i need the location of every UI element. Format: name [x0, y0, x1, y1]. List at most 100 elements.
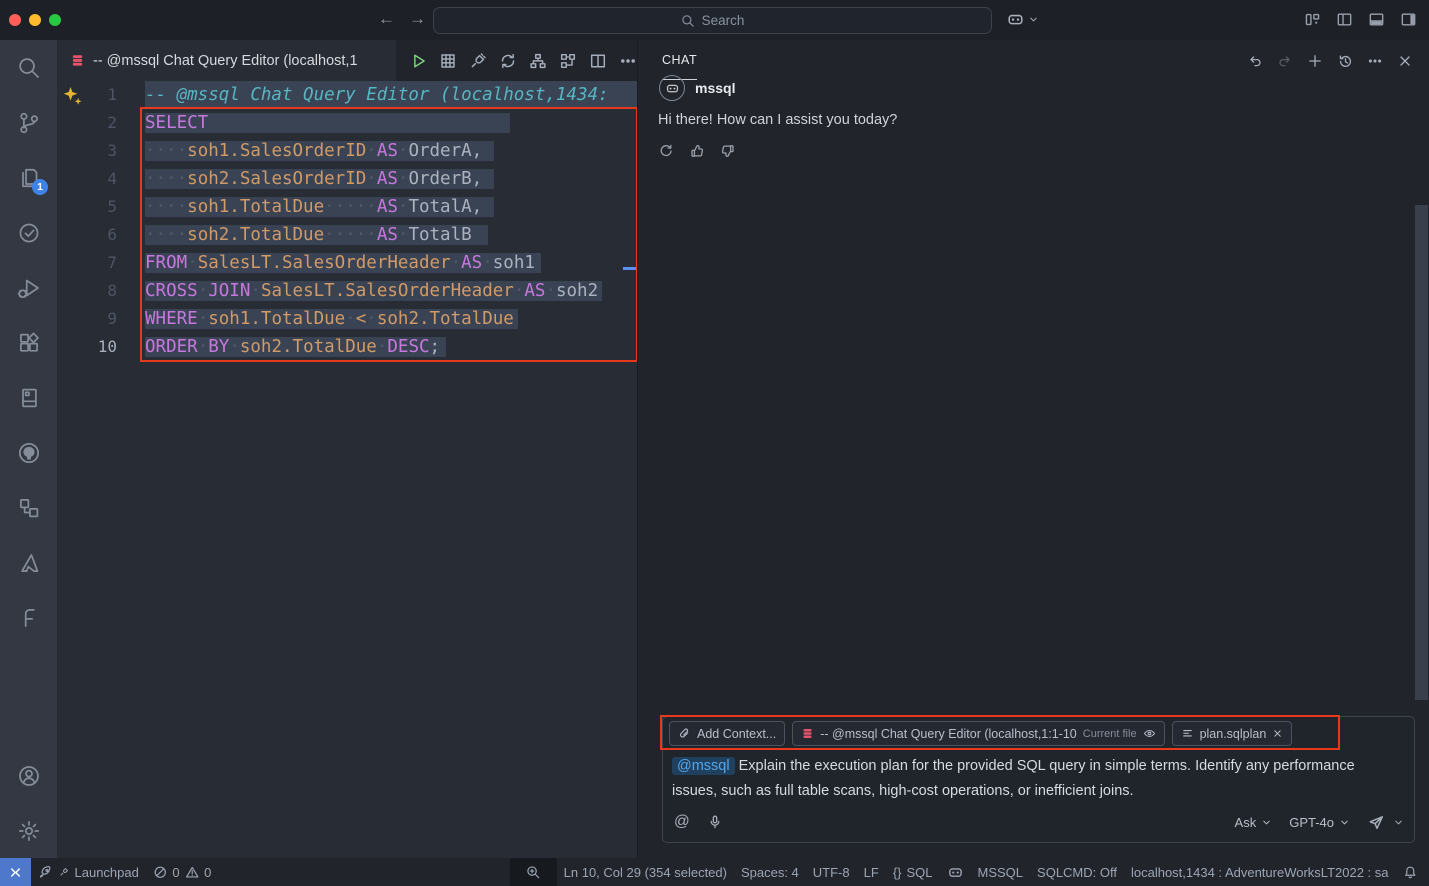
tab-chat[interactable]: CHAT [662, 40, 697, 80]
rocket-icon [38, 865, 53, 880]
language-status[interactable]: {} SQL [886, 858, 940, 886]
code-line-7[interactable]: 7 FROM·SalesLT.SalesOrderHeader·AS·soh1 [57, 249, 637, 277]
activity-item-fabric[interactable] [0, 590, 57, 645]
code-line-1[interactable]: 1-- @mssql Chat Query Editor (localhost,… [57, 81, 637, 109]
copilot-menu-button[interactable] [1006, 10, 1039, 29]
thumbs-down-icon[interactable] [720, 143, 736, 159]
activity-item-database-projects[interactable] [0, 480, 57, 535]
encoding-status[interactable]: UTF-8 [806, 858, 857, 886]
line-number[interactable]: 1 [57, 81, 117, 109]
activity-item-search[interactable] [0, 40, 57, 95]
chat-input-text[interactable]: @mssql Explain the execution plan for th… [672, 754, 1402, 804]
line-number[interactable]: 6 [57, 221, 117, 249]
sqlcmd-status[interactable]: SQLCMD: Off [1030, 858, 1124, 886]
launchpad-status[interactable]: Launchpad [31, 858, 146, 886]
send-button[interactable] [1367, 813, 1404, 831]
sync-icon[interactable] [499, 52, 517, 70]
schema-icon[interactable] [529, 52, 547, 70]
regenerate-icon[interactable] [658, 143, 674, 159]
mssql-status[interactable]: MSSQL [971, 858, 1031, 886]
mention-chip[interactable]: @mssql [672, 757, 735, 775]
line-number[interactable]: 5 [57, 193, 117, 221]
chat-scrollbar[interactable] [1415, 205, 1428, 700]
mode-dropdown[interactable]: Ask [1235, 815, 1273, 830]
minimize-window-button[interactable] [29, 14, 41, 26]
more-icon[interactable] [1367, 53, 1383, 69]
copilot-status[interactable] [940, 858, 971, 886]
line-number[interactable]: 2 [57, 109, 117, 137]
connect-icon[interactable] [469, 52, 487, 70]
activity-item-extensions[interactable] [0, 315, 57, 370]
activity-item-settings[interactable] [0, 803, 57, 858]
customize-layout-icon[interactable] [1304, 11, 1321, 28]
back-icon[interactable]: ← [378, 9, 395, 29]
line-number[interactable]: 10 [57, 333, 117, 361]
split-editor-icon[interactable] [589, 52, 607, 70]
toggle-secondary-sidebar-icon[interactable] [1400, 11, 1417, 28]
activity-item-run-debug[interactable] [0, 260, 57, 315]
code-line-2[interactable]: 2 SELECT [57, 109, 637, 137]
activity-item-account[interactable] [0, 748, 57, 803]
zoom-status[interactable] [510, 858, 557, 886]
toggle-sidebar-icon[interactable] [1336, 11, 1353, 28]
close-icon[interactable] [1272, 728, 1283, 739]
send-icon [1367, 813, 1385, 831]
activity-item-server[interactable] [0, 370, 57, 425]
code-line-3[interactable]: 3····soh1.SalesOrderID·AS·OrderA, [57, 137, 637, 165]
search-input[interactable]: Search [433, 7, 992, 34]
run-icon[interactable] [409, 52, 427, 70]
mention-button[interactable]: @ [674, 813, 690, 831]
line-number[interactable]: 3 [57, 137, 117, 165]
selected-code: FROM·SalesLT.SalesOrderHeader·AS·soh1 [145, 253, 541, 273]
model-dropdown[interactable]: GPT-4o [1289, 815, 1350, 830]
mic-icon[interactable] [707, 814, 723, 830]
warning-icon [185, 865, 200, 880]
selected-code: SELECT [145, 113, 510, 133]
activity-item-tasks[interactable] [0, 205, 57, 260]
query-plan-icon[interactable] [559, 52, 577, 70]
notifications-bell[interactable] [1396, 858, 1429, 886]
code-line-8[interactable]: 8CROSS·JOIN·SalesLT.SalesOrderHeader·AS·… [57, 277, 637, 305]
connection-status[interactable]: localhost,1434 : AdventureWorksLT2022 : … [1124, 858, 1396, 886]
chip-file-range: :1-10 [1048, 727, 1077, 741]
undo-icon[interactable] [1247, 53, 1263, 69]
maximize-window-button[interactable] [49, 14, 61, 26]
line-number[interactable]: 7 [57, 249, 117, 277]
cursor-position-status[interactable]: Ln 10, Col 29 (354 selected) [557, 858, 734, 886]
forward-icon[interactable]: → [409, 9, 426, 29]
add-context-chip[interactable]: Add Context... [669, 721, 785, 746]
code-line-4[interactable]: 4····soh2.SalesOrderID·AS·OrderB, [57, 165, 637, 193]
chat-input-container[interactable]: Add Context... -- @mssql Chat Query Edit… [662, 716, 1415, 843]
indentation-status[interactable]: Spaces: 4 [734, 858, 806, 886]
code-line-10[interactable]: 10ORDER·BY·soh2.TotalDue·DESC; [57, 333, 637, 361]
plan-file-chip[interactable]: plan.sqlplan [1172, 721, 1293, 746]
close-window-button[interactable] [9, 14, 21, 26]
problems-status[interactable]: 0 0 [146, 858, 218, 886]
code-line-6[interactable]: 6····soh2.TotalDue·····AS·TotalB [57, 221, 637, 249]
line-number[interactable]: 9 [57, 305, 117, 333]
current-file-chip[interactable]: -- @mssql Chat Query Editor (localhost,1… [792, 721, 1164, 746]
toggle-panel-icon[interactable] [1368, 11, 1385, 28]
code-line-5[interactable]: 5····soh1.TotalDue·····AS·TotalA, [57, 193, 637, 221]
activity-item-source-control[interactable] [0, 95, 57, 150]
line-number[interactable]: 8 [57, 277, 117, 305]
plug-icon [58, 866, 70, 878]
editor-tab[interactable]: -- @mssql Chat Query Editor (localhost,1 [57, 40, 396, 81]
code-line-9[interactable]: 9WHERE·soh1.TotalDue·<·soh2.TotalDue [57, 305, 637, 333]
code-editor[interactable]: 1-- @mssql Chat Query Editor (localhost,… [57, 81, 637, 858]
history-icon[interactable] [1337, 53, 1353, 69]
search-icon [681, 14, 695, 28]
thumbs-up-icon[interactable] [689, 143, 705, 159]
line-number[interactable]: 4 [57, 165, 117, 193]
activity-item-github[interactable] [0, 425, 57, 480]
remote-indicator[interactable] [0, 858, 31, 886]
more-icon[interactable] [619, 52, 637, 70]
results-grid-icon[interactable] [439, 52, 457, 70]
activity-item-azure[interactable] [0, 535, 57, 590]
redo-icon[interactable] [1277, 53, 1293, 69]
close-icon[interactable] [1397, 53, 1413, 69]
eol-status[interactable]: LF [857, 858, 886, 886]
activity-item-copilot-edits[interactable]: 1 [0, 150, 57, 205]
plus-icon[interactable] [1307, 53, 1323, 69]
eye-icon[interactable] [1143, 727, 1156, 740]
